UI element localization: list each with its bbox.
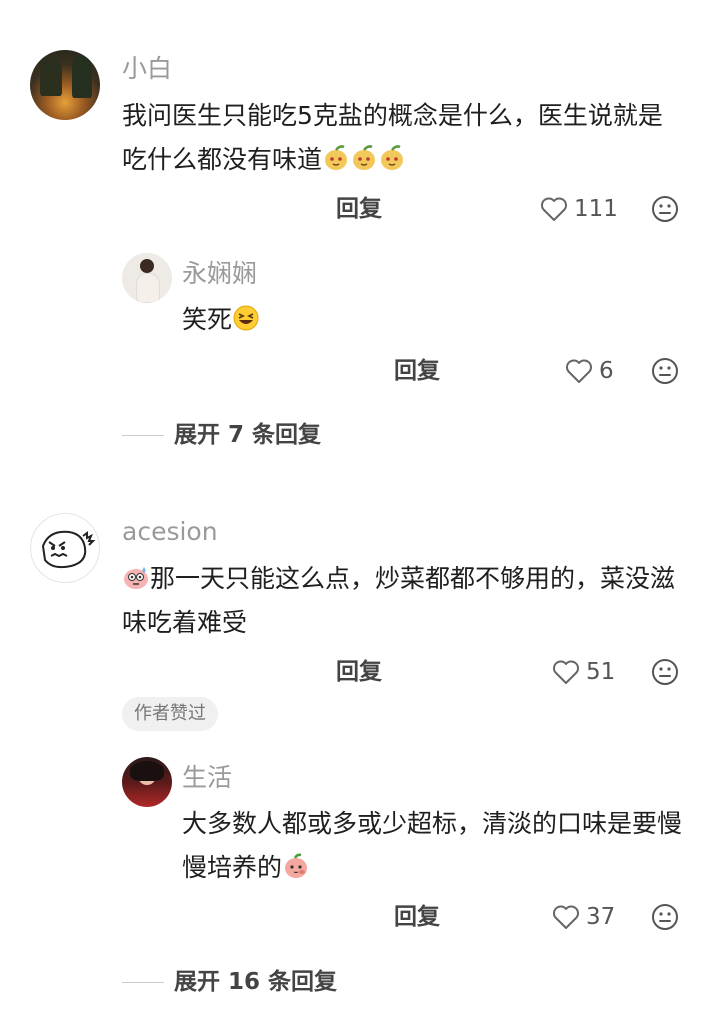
reply-text: 笑死 bbox=[182, 298, 682, 342]
comment-body: 那一天只能这么点，炒菜都都不够用的，菜没滋味吃着难受 bbox=[122, 564, 676, 637]
reply-body: 大多数人都或多或少超标，清淡的口味是要慢慢培养的 bbox=[182, 809, 683, 882]
expand-replies-button[interactable]: 展开 7 条回复 bbox=[122, 421, 321, 449]
comment-text: 我问医生只能吃5克盐的概念是什么，医生说就是吃什么都没有味道 bbox=[122, 94, 682, 182]
like-button[interactable]: 37 bbox=[552, 903, 615, 931]
smiley-face-icon[interactable] bbox=[650, 356, 680, 386]
reply-text: 大多数人都或多或少超标，清淡的口味是要慢慢培养的 bbox=[182, 802, 694, 890]
heart-outline-icon bbox=[552, 659, 580, 685]
like-count: 37 bbox=[586, 904, 616, 930]
smiley-face-icon[interactable] bbox=[650, 657, 680, 687]
divider bbox=[122, 981, 164, 983]
pear-sticker-icon bbox=[322, 145, 350, 174]
expand-replies-button[interactable]: 展开 16 条回复 bbox=[122, 968, 337, 996]
username[interactable]: 永娴娴 bbox=[182, 259, 257, 289]
reply-body: 笑死 bbox=[182, 305, 233, 334]
comment-text: 那一天只能这么点，炒菜都都不够用的，菜没滋味吃着难受 bbox=[122, 557, 694, 645]
reply-button[interactable]: 回复 bbox=[336, 195, 382, 223]
like-count: 51 bbox=[586, 659, 616, 685]
avatar[interactable] bbox=[122, 757, 172, 807]
heart-outline-icon bbox=[552, 904, 580, 930]
expand-replies-label: 展开 16 条回复 bbox=[174, 969, 338, 995]
username[interactable]: 小白 bbox=[122, 54, 172, 84]
peach-sticker-icon bbox=[282, 853, 310, 882]
reply-button[interactable]: 回复 bbox=[394, 357, 440, 385]
sweat-emoji-icon bbox=[122, 564, 150, 593]
like-count: 111 bbox=[574, 196, 618, 222]
laughing-emoji-icon bbox=[232, 305, 260, 334]
avatar[interactable] bbox=[30, 50, 100, 120]
heart-outline-icon bbox=[565, 358, 593, 384]
avatar[interactable] bbox=[30, 513, 100, 583]
author-liked-badge: 作者赞过 bbox=[122, 697, 218, 731]
like-button[interactable]: 51 bbox=[552, 658, 615, 686]
avatar[interactable] bbox=[122, 253, 172, 303]
reply-button[interactable]: 回复 bbox=[394, 903, 440, 931]
pear-sticker-icon bbox=[378, 145, 406, 174]
smiley-face-icon[interactable] bbox=[650, 194, 680, 224]
pear-sticker-icon bbox=[350, 145, 378, 174]
username[interactable]: 生活 bbox=[182, 763, 232, 793]
heart-outline-icon bbox=[540, 196, 568, 222]
smiley-face-icon[interactable] bbox=[650, 902, 680, 932]
username[interactable]: acesion bbox=[122, 517, 218, 547]
like-button[interactable]: 6 bbox=[565, 357, 614, 385]
like-button[interactable]: 111 bbox=[540, 195, 618, 223]
expand-replies-label: 展开 7 条回复 bbox=[174, 422, 322, 448]
reply-button[interactable]: 回复 bbox=[336, 658, 382, 686]
like-count: 6 bbox=[599, 358, 614, 384]
divider bbox=[122, 434, 164, 436]
